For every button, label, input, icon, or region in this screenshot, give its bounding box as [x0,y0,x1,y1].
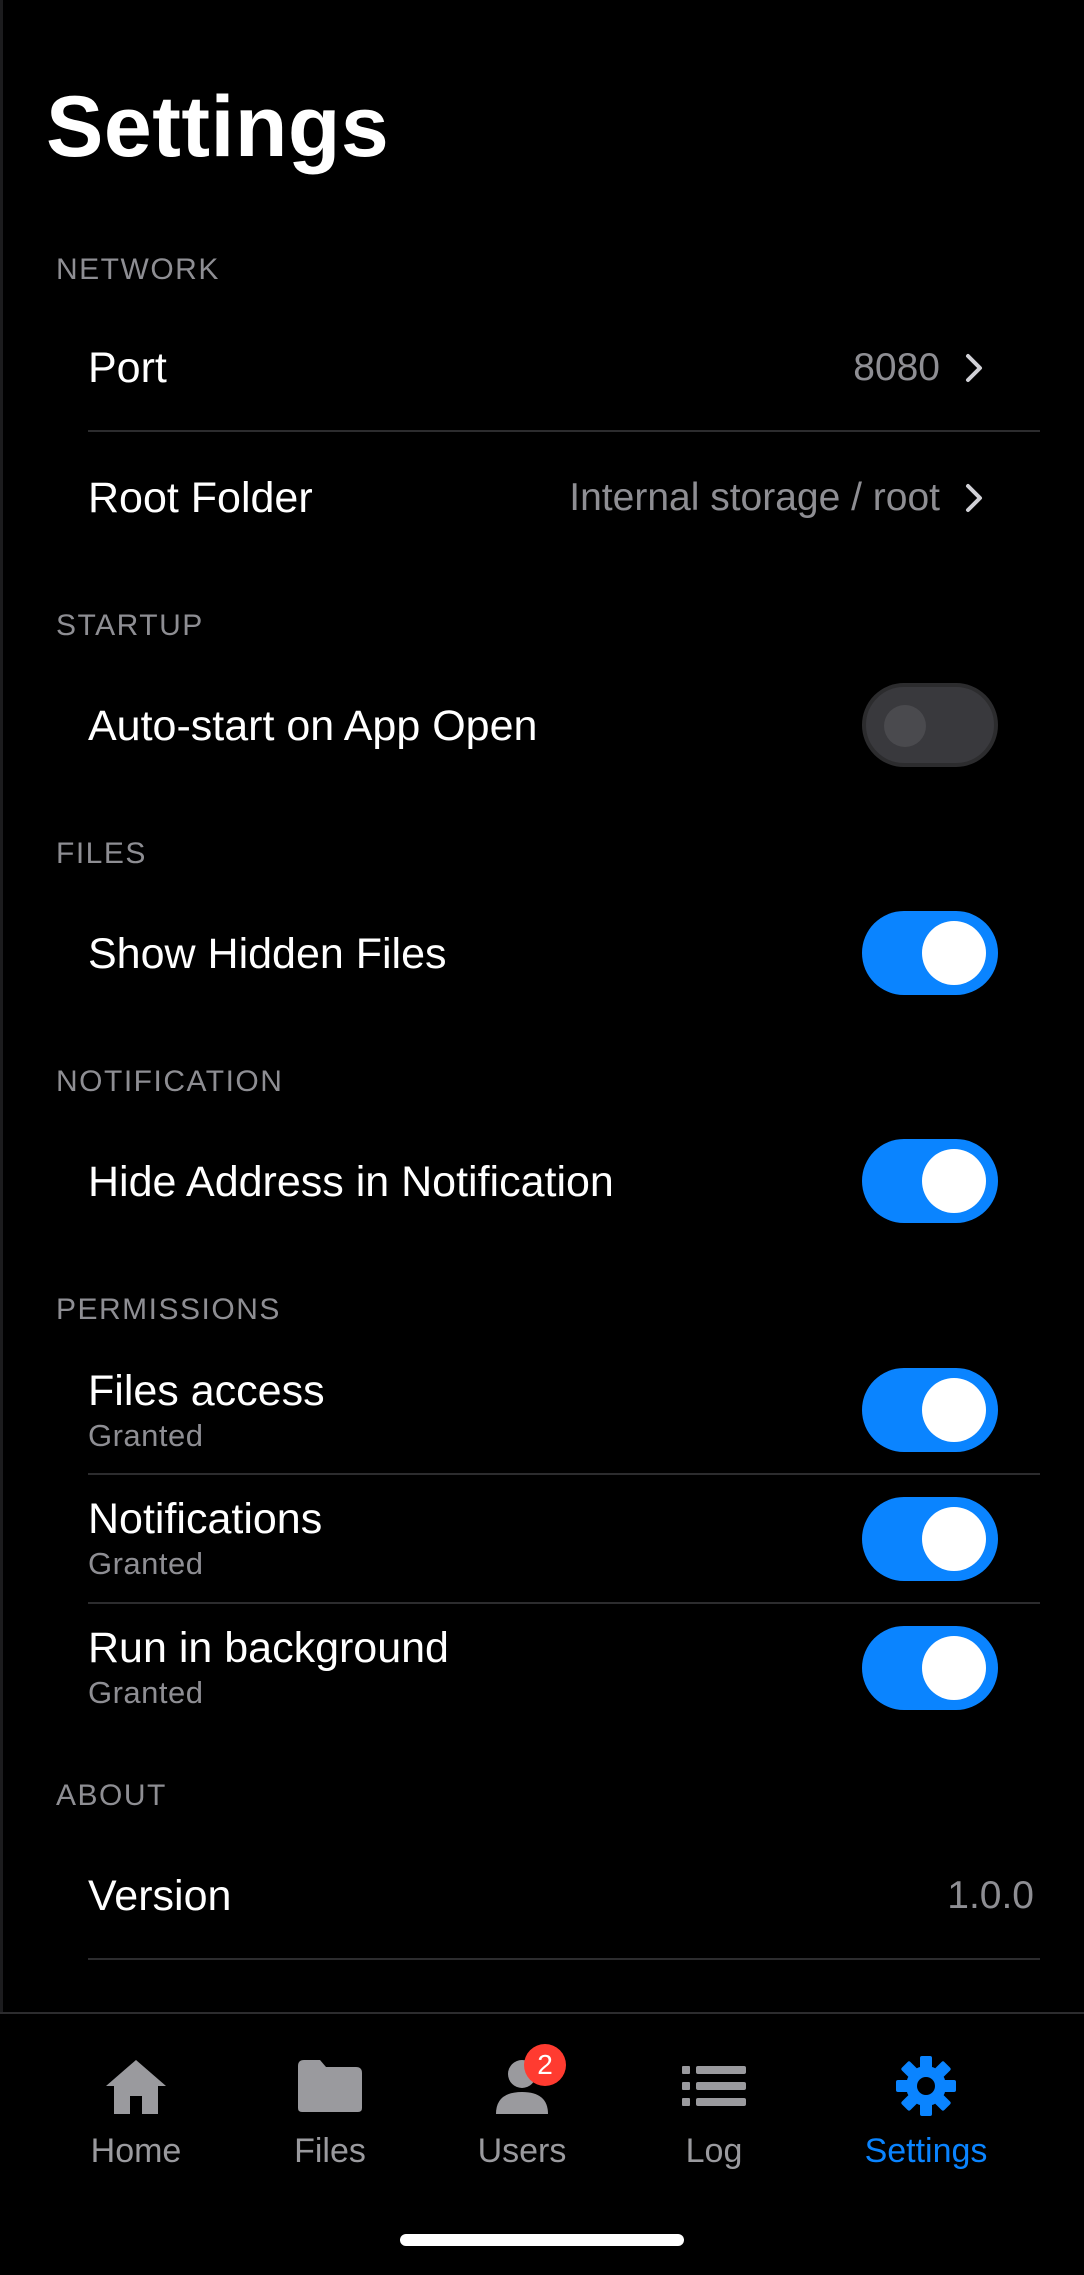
permission-status: Granted [88,1675,204,1710]
toggle-knob [922,1636,986,1700]
tab-label: Settings [864,2132,988,2170]
toggle-knob [922,921,986,985]
files-access-toggle[interactable] [862,1368,998,1452]
version-label: Version [88,1872,232,1920]
permission-label: Notifications [88,1495,323,1543]
tab-log[interactable]: Log [614,2054,814,2172]
port-label: Port [88,344,167,392]
section-header-permissions: PERMISSIONS [56,1293,281,1326]
home-indicator[interactable] [400,2234,684,2246]
toggle-knob [922,1378,986,1442]
tab-label: Files [294,2132,366,2170]
list-icon [678,2054,750,2118]
permission-text: Files access Granted [88,1365,325,1455]
toggle-knob [884,705,926,747]
permission-text: Notifications Granted [88,1493,322,1583]
tab-label: Log [685,2132,743,2170]
auto-start-toggle[interactable] [862,683,998,767]
setting-row-port[interactable]: Port 8080 [88,340,1040,396]
tab-label: Home [90,2132,182,2170]
tab-users[interactable]: 2 Users [422,2044,622,2172]
run-in-background-toggle[interactable] [862,1626,998,1710]
row-divider [88,1602,1040,1604]
section-header-startup: STARTUP [56,609,204,642]
tab-label: Users [477,2132,567,2170]
permission-status: Granted [88,1418,204,1453]
permission-label: Run in background [88,1624,449,1672]
tab-files[interactable]: Files [230,2054,430,2172]
users-badge: 2 [524,2044,566,2086]
settings-scroll-view[interactable]: Settings NETWORK Port 8080 Root Folder I… [0,0,1084,2012]
root-folder-label: Root Folder [88,474,313,522]
port-value: 8080 [853,346,940,389]
chevron-right-icon [966,484,982,512]
gear-icon [890,2054,962,2118]
row-divider [88,1473,1040,1475]
version-value: 1.0.0 [947,1874,1034,1917]
toggle-knob [922,1149,986,1213]
toggle-knob [922,1507,986,1571]
hide-address-label: Hide Address in Notification [88,1158,614,1206]
setting-row-version: Version 1.0.0 [88,1868,1040,1924]
section-header-about: ABOUT [56,1779,167,1812]
permission-label: Files access [88,1367,325,1415]
section-header-files: FILES [56,837,147,870]
row-divider [88,430,1040,432]
port-value-group: 8080 [853,344,986,392]
permission-status: Granted [88,1546,204,1581]
section-header-notification: NOTIFICATION [56,1065,284,1098]
section-header-network: NETWORK [56,253,220,286]
setting-row-root-folder[interactable]: Root Folder Internal storage / root [88,470,1040,526]
chevron-right-icon [966,354,982,382]
page-title: Settings [46,79,390,175]
root-folder-value-group: Internal storage / root [569,474,986,522]
settings-screen: Settings NETWORK Port 8080 Root Folder I… [0,0,1084,2275]
tab-settings[interactable]: Settings [826,2054,1026,2172]
tab-home[interactable]: Home [36,2054,236,2172]
folder-icon [294,2054,366,2118]
user-icon: 2 [486,2044,566,2118]
row-divider [88,1958,1040,1960]
home-icon [100,2054,172,2118]
permission-text: Run in background Granted [88,1622,449,1712]
root-folder-value: Internal storage / root [569,476,940,519]
show-hidden-files-toggle[interactable] [862,911,998,995]
tab-bar: Home Files 2 Users Log Settings [0,2012,1084,2275]
auto-start-label: Auto-start on App Open [88,702,538,750]
notifications-toggle[interactable] [862,1497,998,1581]
show-hidden-files-label: Show Hidden Files [88,930,447,978]
hide-address-toggle[interactable] [862,1139,998,1223]
